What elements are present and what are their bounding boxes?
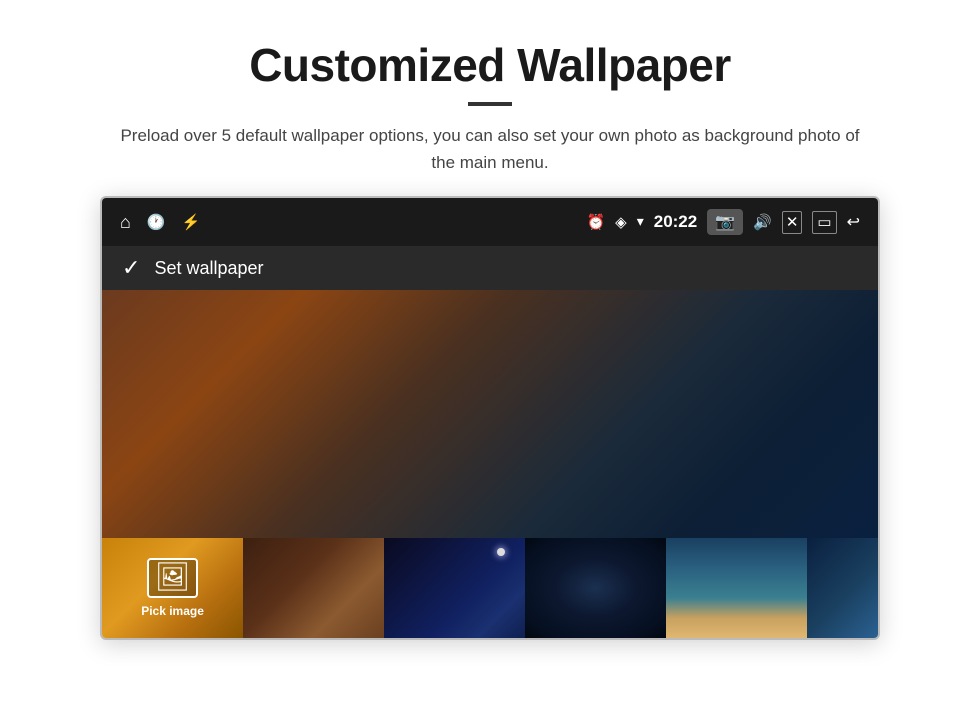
wifi-icon: ▾	[637, 214, 644, 231]
action-bar: ✓ Set wallpaper	[102, 246, 878, 290]
device-frame: ⌂ 🕐 ⚡ ⏰ ◈ ▾ 20:22 📷 🔊 ✕ ▭ ↩ ✓ Set wallpa…	[100, 196, 880, 640]
wallpaper-preview	[102, 290, 878, 538]
pick-image-button[interactable]: 🖼 Pick image	[102, 538, 243, 638]
confirm-check-icon[interactable]: ✓	[122, 255, 140, 281]
wallpaper-thumb-4[interactable]	[666, 538, 807, 638]
clock-icon: 🕐	[147, 213, 166, 232]
page-title: Customized Wallpaper	[249, 38, 731, 92]
wallpaper-thumb-5[interactable]	[807, 538, 880, 638]
close-icon[interactable]: ✕	[782, 211, 803, 234]
back-icon[interactable]: ↩	[847, 212, 860, 232]
window-icon[interactable]: ▭	[812, 211, 836, 234]
status-left-icons: ⌂ 🕐 ⚡	[120, 212, 200, 233]
status-bar: ⌂ 🕐 ⚡ ⏰ ◈ ▾ 20:22 📷 🔊 ✕ ▭ ↩	[102, 198, 878, 246]
volume-icon[interactable]: 🔊	[753, 213, 772, 232]
wallpaper-thumb-3[interactable]	[525, 538, 666, 638]
pick-image-icon: 🖼	[147, 558, 199, 598]
pick-image-label: Pick image	[141, 604, 204, 618]
thumbnail-strip: 🖼 Pick image	[102, 538, 878, 638]
home-icon[interactable]: ⌂	[120, 212, 131, 233]
wallpaper-thumb-2[interactable]	[384, 538, 525, 638]
location-icon: ◈	[615, 213, 627, 232]
title-divider	[468, 102, 512, 106]
wallpaper-thumb-1[interactable]	[243, 538, 384, 638]
usb-icon: ⚡	[182, 213, 201, 232]
set-wallpaper-label: Set wallpaper	[154, 258, 263, 279]
status-right-icons: ⏰ ◈ ▾ 20:22 📷 🔊 ✕ ▭ ↩	[586, 209, 860, 235]
status-time: 20:22	[654, 212, 697, 232]
camera-icon[interactable]: 📷	[707, 209, 743, 235]
alarm-icon: ⏰	[586, 213, 605, 232]
page-subtitle: Preload over 5 default wallpaper options…	[110, 122, 870, 176]
